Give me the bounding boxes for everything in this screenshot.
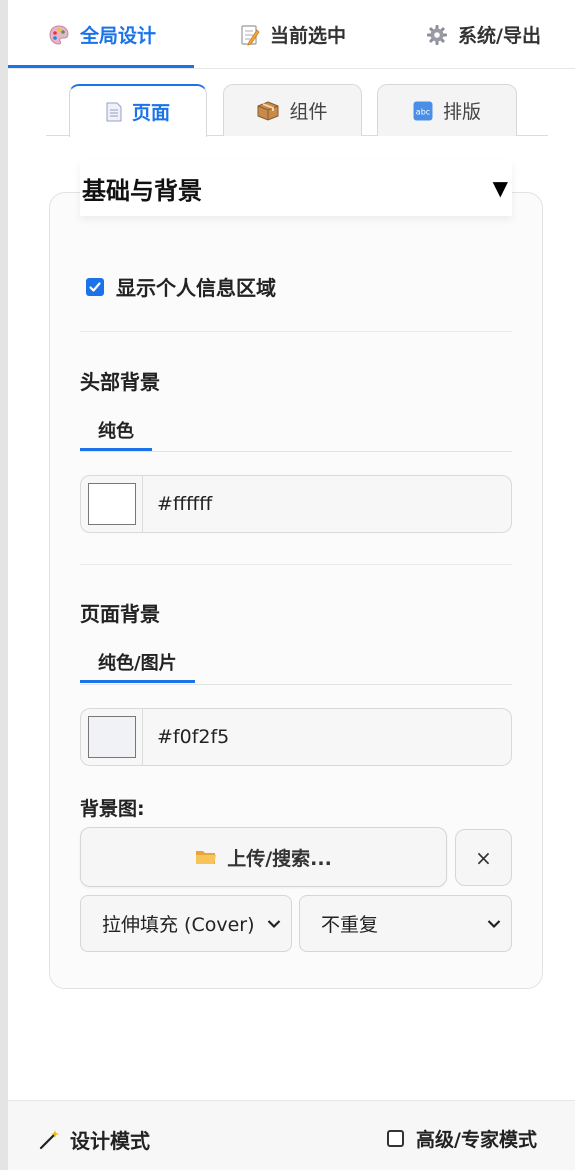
select-value: 不重复 [321,914,379,936]
palette-icon [48,24,70,46]
subtab-typography[interactable]: abc 排版 [377,84,517,136]
package-icon [257,100,279,121]
bg-repeat-select[interactable]: 不重复 [299,895,512,952]
mode-label: 设计模式 [70,1129,150,1153]
page-bg-tab-solid-image[interactable]: 纯色/图片 [80,641,195,683]
subtab-label: 组件 [289,101,328,123]
top-tab-bar: 全局设计 当前选中 系统/导出 [7,0,575,69]
tab-current-selection[interactable]: 当前选中 [240,0,346,69]
header-bg-hex-value[interactable]: #ffffff [143,493,212,515]
gear-icon [426,24,448,46]
tab-label: 系统/导出 [458,25,541,47]
color-swatch [87,483,136,525]
page-bg-color-picker[interactable] [81,709,143,765]
header-bg-label: 头部背景 [80,370,160,394]
upload-label: 上传/搜索... [227,847,332,870]
subtab-label: 页面 [131,102,170,124]
close-icon: × [475,845,492,870]
divider [80,564,512,565]
mini-tab-label: 纯色 [98,421,134,442]
divider [80,331,512,332]
subtab-label: 排版 [442,101,481,123]
tab-label: 全局设计 [80,25,157,47]
tab-global-design[interactable]: 全局设计 [7,0,195,69]
mini-tab-underline [80,451,512,452]
expert-mode-checkbox[interactable] [387,1130,404,1147]
mini-tab-label: 纯色/图片 [98,653,177,674]
page-icon [106,102,122,122]
section-header-basic-background[interactable]: 基础与背景 ▼ [80,160,512,216]
show-profile-row[interactable]: 显示个人信息区域 [86,272,276,301]
collapse-caret-icon: ▼ [492,176,508,200]
mini-tab-underline [80,684,512,685]
footer-bar: 设计模式 高级/专家模式 [8,1100,575,1170]
select-value: 拉伸填充 (Cover) [102,914,255,936]
folder-icon [195,848,217,866]
abc-icon: abc [413,101,433,121]
upload-search-button[interactable]: 上传/搜索... [80,827,447,887]
subtab-page[interactable]: 页面 [69,84,207,137]
show-profile-checkbox[interactable] [86,277,104,296]
left-edge-strip [0,0,8,1170]
memo-icon [240,24,260,46]
color-swatch [87,716,136,758]
header-bg-tab-solid[interactable]: 纯色 [80,409,152,451]
section-title: 基础与背景 [82,176,202,205]
clear-image-button[interactable]: × [455,829,512,886]
bg-image-label: 背景图: [80,798,145,820]
tab-label: 当前选中 [270,25,347,47]
show-profile-label: 显示个人信息区域 [116,276,276,300]
page-bg-color-field: #f0f2f5 [80,708,512,766]
header-bg-color-field: #ffffff [80,475,512,533]
subtab-components[interactable]: 组件 [223,84,362,136]
expert-mode-label: 高级/专家模式 [416,1129,537,1151]
chevron-down-icon [483,896,501,951]
design-mode-indicator: 设计模式 [38,1125,150,1154]
svg-text:abc: abc [416,107,430,116]
tab-system-export[interactable]: 系统/导出 [426,0,541,69]
page-bg-label: 页面背景 [80,602,160,626]
page-bg-hex-value[interactable]: #f0f2f5 [143,726,229,748]
expert-mode-toggle[interactable]: 高级/专家模式 [387,1125,537,1152]
header-bg-color-picker[interactable] [81,476,143,532]
chevron-down-icon [263,896,281,951]
magic-wand-icon [38,1129,60,1151]
design-panel: 全局设计 当前选中 系统/导出 页面 组件 abc 排版 基础与背景 ▼ 显示个… [7,0,575,1170]
bg-size-select[interactable]: 拉伸填充 (Cover) [80,895,292,952]
